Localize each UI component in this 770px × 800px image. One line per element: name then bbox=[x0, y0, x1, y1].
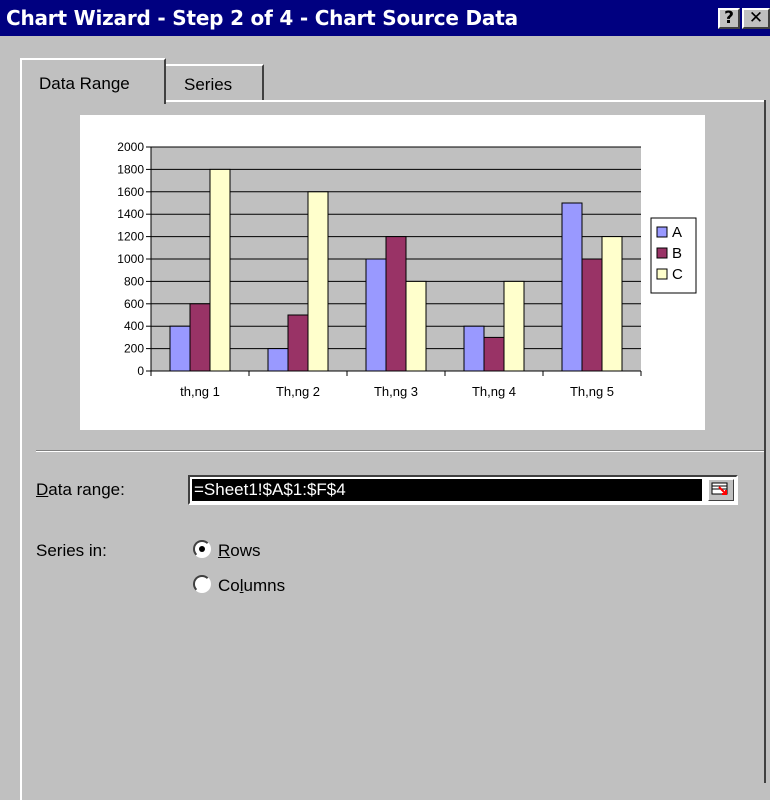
bar-a bbox=[463, 325, 485, 372]
y-tick-label: 1400 bbox=[117, 207, 144, 221]
close-button[interactable]: ✕ bbox=[742, 8, 770, 29]
chart-preview: 0 200 400 600 800 1000 1200 1400 1600 1800 2000 th,… bbox=[80, 115, 705, 430]
y-tick-label: 0 bbox=[137, 364, 144, 378]
y-tick-label: 400 bbox=[124, 319, 144, 333]
bar-a bbox=[365, 258, 387, 372]
y-tick-label: 1000 bbox=[117, 252, 144, 266]
y-tick-label: 1800 bbox=[117, 162, 144, 176]
bar-c bbox=[307, 191, 329, 372]
tab-data-range[interactable]: Data Range bbox=[20, 58, 166, 104]
data-range-value[interactable]: =Sheet1!$A$1:$F$4 bbox=[192, 479, 702, 501]
bar-a bbox=[169, 325, 191, 372]
collapse-icon bbox=[711, 482, 728, 495]
y-tick-label: 800 bbox=[124, 274, 144, 288]
series-in-label: Series in: bbox=[36, 541, 107, 560]
legend-label: A bbox=[672, 224, 682, 241]
legend-label: C bbox=[672, 266, 683, 283]
bar-c bbox=[503, 280, 525, 372]
legend-label: B bbox=[672, 245, 682, 262]
x-tick-label: Th,ng 2 bbox=[276, 384, 320, 399]
y-tick-label: 1600 bbox=[117, 185, 144, 199]
data-range-label: Data range: bbox=[36, 480, 125, 499]
columns-radio[interactable] bbox=[193, 575, 211, 593]
bar-c bbox=[209, 168, 231, 372]
tab-label: Data Range bbox=[39, 74, 130, 93]
x-tick-label: Th,ng 3 bbox=[374, 384, 418, 399]
x-tick-label: th,ng 1 bbox=[180, 384, 220, 399]
columns-label[interactable]: Columns bbox=[218, 576, 285, 596]
legend-swatch bbox=[656, 247, 668, 259]
y-tick-label: 1200 bbox=[117, 230, 144, 244]
title-bar: Chart Wizard - Step 2 of 4 - Chart Sourc… bbox=[0, 0, 770, 36]
tab-series[interactable]: Series bbox=[166, 64, 264, 100]
legend-swatch bbox=[656, 268, 668, 280]
bar-b bbox=[483, 336, 505, 372]
y-tick-label: 2000 bbox=[117, 140, 144, 154]
data-range-field[interactable]: =Sheet1!$A$1:$F$4 bbox=[188, 475, 738, 505]
collapse-dialog-button[interactable] bbox=[708, 479, 734, 501]
x-tick-label: Th,ng 4 bbox=[472, 384, 516, 399]
bar-c bbox=[405, 280, 427, 372]
bar-a bbox=[561, 202, 583, 372]
chart-svg: 0 200 400 600 800 1000 1200 1400 1600 1800 2000 th,… bbox=[117, 140, 697, 399]
window-title: Chart Wizard - Step 2 of 4 - Chart Sourc… bbox=[6, 6, 518, 30]
rows-radio[interactable] bbox=[193, 540, 211, 558]
window-right-edge bbox=[764, 100, 770, 783]
bar-b bbox=[287, 314, 309, 372]
radio-dot bbox=[199, 546, 205, 552]
bar-b bbox=[581, 258, 603, 372]
tab-label: Series bbox=[184, 75, 233, 94]
bar-b bbox=[385, 236, 407, 372]
y-tick-label: 200 bbox=[124, 342, 144, 356]
help-button[interactable]: ? bbox=[718, 8, 740, 29]
divider bbox=[36, 450, 770, 452]
bar-c bbox=[601, 236, 623, 372]
legend-swatch bbox=[656, 226, 668, 238]
rows-label[interactable]: Rows bbox=[218, 541, 261, 561]
y-tick-label: 600 bbox=[124, 297, 144, 311]
bar-a bbox=[267, 348, 289, 372]
bar-b bbox=[189, 303, 211, 372]
x-tick-label: Th,ng 5 bbox=[570, 384, 614, 399]
